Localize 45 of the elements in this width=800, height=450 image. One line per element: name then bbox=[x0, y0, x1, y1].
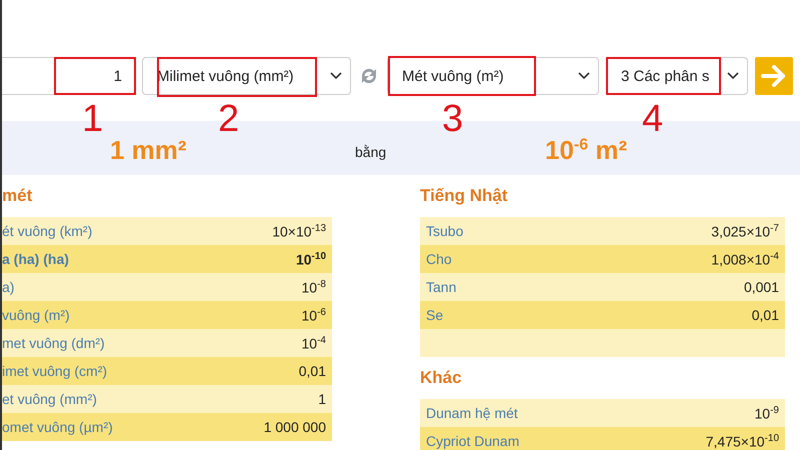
annotation-number: 4 bbox=[642, 100, 664, 138]
unit-value: 0,001 bbox=[744, 279, 779, 295]
annotation-number: 3 bbox=[442, 100, 464, 138]
result-quantity: 10$^{-6}$ m² bbox=[545, 134, 628, 166]
unit-name[interactable]: Se bbox=[426, 307, 444, 323]
unit-name[interactable]: ét vuông (km²) bbox=[2, 223, 92, 239]
annotation-number: 1 bbox=[82, 100, 104, 138]
section-heading: Tiếng Nhật bbox=[420, 186, 508, 206]
unit-name[interactable]: Dunam hệ mét bbox=[426, 405, 518, 421]
unit-name[interactable]: Tann bbox=[426, 279, 456, 295]
equals-label: bằng bbox=[355, 144, 388, 160]
annotation-number: 2 bbox=[218, 100, 240, 138]
unit-name[interactable]: a (ha) (ha) bbox=[2, 251, 69, 267]
unit-name[interactable]: et vuông (mm²) bbox=[2, 391, 97, 407]
unit-value: 10$^{-9}$ bbox=[754, 404, 779, 422]
unit-value: 1 bbox=[318, 391, 326, 407]
chevron-icon bbox=[578, 72, 590, 80]
unit-value: 0,01 bbox=[752, 307, 779, 323]
section-heading: Khác bbox=[420, 368, 462, 388]
unit-value: 10$^{-8}$ bbox=[302, 278, 326, 296]
unit-value: 1 000 000 bbox=[264, 419, 326, 435]
unit-name[interactable]: omet vuông (µm²) bbox=[2, 419, 113, 435]
unit-name[interactable]: a) bbox=[2, 279, 14, 295]
chevron-icon bbox=[727, 72, 739, 80]
unit-name[interactable]: met vuông (dm²) bbox=[2, 335, 105, 351]
section-heading: mét bbox=[2, 186, 32, 206]
unit-name[interactable]: vuông (m²) bbox=[2, 307, 70, 323]
amount-field[interactable]: 1 bbox=[2, 57, 135, 95]
to-unit-select[interactable]: Mét vuông (m²) bbox=[387, 57, 599, 95]
unit-value: 10$^{-4}$ bbox=[302, 334, 326, 352]
unit-name[interactable]: Cho bbox=[426, 251, 452, 267]
unit-value: 7,475×10$^{-10}$ bbox=[706, 432, 779, 450]
unit-value: 3,025×10$^{-7}$ bbox=[711, 222, 779, 240]
convert-button[interactable] bbox=[755, 57, 793, 95]
unit-name[interactable]: Tsubo bbox=[426, 223, 464, 239]
unit-name[interactable]: imet vuông (cm²) bbox=[2, 363, 108, 379]
arrow-right-icon bbox=[761, 65, 787, 87]
unit-value: 10×10$^{-13}$ bbox=[272, 222, 326, 240]
unit-name[interactable]: Cypriot Dunam bbox=[426, 433, 520, 449]
unit-value: 10$^{-6}$ bbox=[302, 306, 326, 324]
chevron-icon bbox=[330, 72, 342, 80]
unit-value: 0,01 bbox=[298, 363, 326, 379]
unit-value: 10$^{-10}$ bbox=[296, 250, 326, 268]
source-quantity: 1 mm² bbox=[110, 134, 188, 166]
unit-value: 1,008×10$^{-4}$ bbox=[711, 250, 779, 268]
